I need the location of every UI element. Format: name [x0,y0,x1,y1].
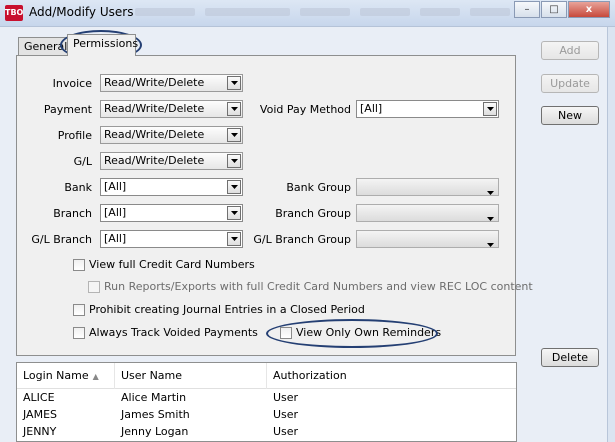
payment-select-value: Read/Write/Delete [104,102,205,115]
title-bar: TBO Add/Modify Users – □ x [0,0,615,27]
delete-button[interactable]: Delete [541,348,599,367]
chevron-down-icon [483,102,497,116]
view-own-reminders-label: View Only Own Reminders [296,326,442,339]
login-name-cell: JENNY [23,425,57,438]
minimize-button[interactable]: – [514,1,540,18]
chevron-down-icon [227,154,241,168]
void-pay-method-select[interactable]: [All] [356,100,499,118]
bank-group-select[interactable] [356,178,499,196]
window-border [607,27,615,442]
column-header-login-name-label: Login Name [23,369,89,382]
prohibit-je-label: Prohibit creating Journal Entries in a C… [89,303,365,316]
chevron-down-icon [227,232,241,246]
branch-group-label: Branch Group [275,207,351,220]
users-table: Login Name ▲ User Name Authorization ALIC… [16,362,517,442]
authorization-cell: User [273,425,299,438]
chevron-down-icon [227,128,241,142]
branch-group-select[interactable] [356,204,499,222]
view-full-cc-checkbox[interactable] [73,259,85,271]
login-name-cell: JAMES [23,408,57,421]
invoice-select-value: Read/Write/Delete [104,76,205,89]
chevron-down-icon [487,237,494,247]
gl-branch-group-label: G/L Branch Group [253,233,351,246]
app-logo-icon: TBO [5,5,23,21]
update-button[interactable]: Update [541,74,599,93]
users-table-header: Login Name ▲ User Name Authorization [17,363,516,389]
window-title: Add/Modify Users [29,5,134,19]
bank-select[interactable]: [All] [100,178,243,196]
profile-select-value: Read/Write/Delete [104,128,205,141]
background-menu-blur [135,8,195,16]
payment-label: Payment [43,103,92,116]
background-menu-blur [205,8,290,16]
close-icon: x [585,4,593,15]
user-name-cell: Jenny Logan [121,425,189,438]
tab-permissions-label: Permissions [73,37,139,50]
gl-branch-select-value: [All] [104,232,127,245]
gl-branch-group-select[interactable] [356,230,499,248]
chevron-down-icon [487,185,494,195]
invoice-select[interactable]: Read/Write/Delete [100,74,243,92]
minimize-icon: – [524,4,530,15]
profile-select[interactable]: Read/Write/Delete [100,126,243,144]
tab-permissions[interactable]: Permissions [67,34,139,56]
gl-label: G/L [73,155,92,168]
user-name-cell: James Smith [121,408,190,421]
payment-select[interactable]: Read/Write/Delete [100,100,243,118]
authorization-cell: User [273,408,299,421]
profile-label: Profile [57,129,92,142]
authorization-cell: User [273,391,299,404]
gl-select[interactable]: Read/Write/Delete [100,152,243,170]
background-menu-blur [470,8,510,16]
maximize-icon: □ [549,4,559,15]
new-button[interactable]: New [541,106,599,125]
background-menu-blur [360,8,410,16]
view-full-cc-label: View full Credit Card Numbers [89,258,255,271]
column-header-authorization[interactable]: Authorization [267,363,516,389]
chevron-down-icon [227,206,241,220]
bank-group-label: Bank Group [286,181,351,194]
table-row[interactable]: ALICE Alice Martin User [17,389,516,406]
sort-ascending-icon: ▲ [92,372,99,381]
column-header-login-name[interactable]: Login Name ▲ [17,363,115,389]
run-reports-cc-checkbox[interactable] [88,281,100,293]
gl-select-value: Read/Write/Delete [104,154,205,167]
chevron-down-icon [227,180,241,194]
login-name-cell: ALICE [23,391,55,404]
chevron-down-icon [487,211,494,221]
invoice-label: Invoice [52,77,92,90]
close-button[interactable]: x [568,1,610,18]
branch-select-value: [All] [104,206,127,219]
user-name-cell: Alice Martin [121,391,187,404]
void-pay-method-label: Void Pay Method [259,103,351,116]
prohibit-je-checkbox[interactable] [73,304,85,316]
view-own-reminders-checkbox[interactable] [280,327,292,339]
bank-label: Bank [64,181,92,194]
tab-general-label: General [24,40,68,53]
background-menu-blur [420,8,460,16]
table-row[interactable]: JENNY Jenny Logan User [17,423,516,440]
column-header-user-name[interactable]: User Name [115,363,267,389]
tab-general[interactable]: General [18,37,68,56]
run-reports-cc-label: Run Reports/Exports with full Credit Car… [104,280,533,293]
chevron-down-icon [227,102,241,116]
branch-label: Branch [53,207,92,220]
background-menu-blur [300,8,350,16]
gl-branch-select[interactable]: [All] [100,230,243,248]
maximize-button[interactable]: □ [541,1,567,18]
table-row[interactable]: JAMES James Smith User [17,406,516,423]
bank-select-value: [All] [104,180,127,193]
void-pay-method-select-value: [All] [360,102,383,115]
add-button[interactable]: Add [541,41,599,60]
branch-select[interactable]: [All] [100,204,243,222]
gl-branch-label: G/L Branch [31,233,92,246]
always-track-voided-label: Always Track Voided Payments [89,326,258,339]
always-track-voided-checkbox[interactable] [73,327,85,339]
chevron-down-icon [227,76,241,90]
